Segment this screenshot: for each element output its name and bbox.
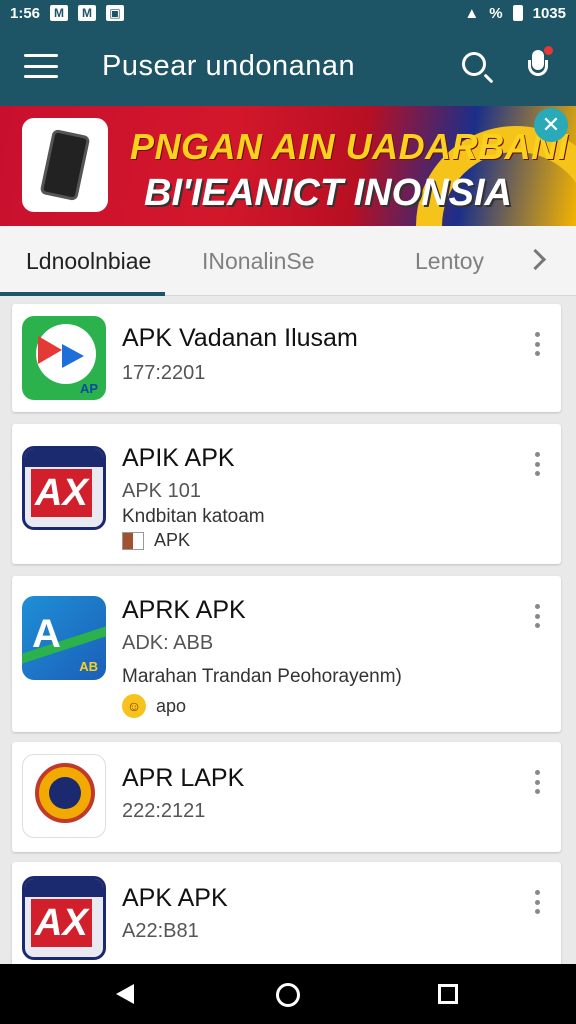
tab-bar: Ldnoolnbiae INonalinSe Lentoy [0,226,576,296]
list-item[interactable]: AP APK Vadanan Ilusam 177:2201 [12,304,561,412]
list-item[interactable]: A AB APRK APK ADK: ABB Marahan Trandan Pe… [12,576,561,732]
app-version: ADK: ABB [122,632,214,654]
phone-icon [39,128,91,202]
app-name: APIK APK [122,444,235,472]
status-bar: 1:56 ▲ % 1035 [0,0,576,26]
more-options-icon[interactable] [535,890,541,914]
wifi-icon: ▲ [464,4,480,22]
list-item[interactable]: APR LAPK 222:2121 [12,742,561,852]
mic-icon[interactable] [528,46,553,84]
status-time: 1:56 [10,4,41,22]
list-item[interactable]: AX APIK APK APK 101 Kndbitan katoam APK [12,424,561,564]
app-version: 222:2121 [122,800,206,822]
mail-icon [78,5,97,21]
banner-subheadline: BI'IEANICT INONSIA [144,172,512,214]
tab-indicator [0,292,165,296]
app-version: A22:B81 [122,920,199,942]
app-tag-label: APK [154,530,191,550]
banner-phone-image [22,118,108,212]
status-left: 1:56 [10,4,125,22]
search-icon[interactable] [462,52,486,76]
app-tag-label: apo [156,695,187,716]
more-options-icon[interactable] [535,604,541,628]
app-name: APRK APK [122,596,246,624]
play-store-icon: AP [22,316,106,400]
more-options-icon[interactable] [535,770,541,794]
recent-apps-icon[interactable] [438,984,458,1004]
app-version: APK 101 [122,480,201,502]
emoji-icon: ☺ [122,694,146,718]
app-description: Kndbitan katoam [122,506,265,527]
hamburger-menu-icon[interactable] [24,54,58,78]
status-right: ▲ % 1035 [464,5,566,22]
flag-icon [122,531,144,550]
a-teal-icon: A AB [22,596,106,680]
tab-third[interactable]: Lentoy [415,226,484,296]
app-name: APK APK [122,884,228,912]
app-description: Marahan Trandan Peohorayenm) [122,666,402,687]
app-tag: APK [122,530,190,551]
gmail-icon [50,5,69,21]
seal-icon [22,754,106,838]
app-title: Pusear undonanan [102,49,356,82]
ax-icon: AX [22,446,106,530]
tab-second[interactable]: INonalinSe [202,226,315,296]
battery-icon [512,5,523,21]
app-tag: ☺ apo [122,694,186,718]
status-clock: 1035 [532,4,566,22]
promo-banner[interactable]: PNGAN AIN UADARBANI BI'IEANICT INONSIA ✕ [0,106,576,226]
back-icon[interactable] [116,984,134,1004]
app-list: AP APK Vadanan Ilusam 177:2201 AX APIK A… [0,300,576,964]
ax-icon: AX [22,876,106,960]
more-options-icon[interactable] [535,332,541,356]
battery-percent: % [489,4,503,22]
app-name: APK Vadanan Ilusam [122,324,358,352]
app-version: 177:2201 [122,362,206,384]
app-name: APR LAPK [122,764,245,792]
more-options-icon[interactable] [535,452,541,476]
system-nav-bar [0,964,576,1024]
chevron-right-icon[interactable] [528,248,546,274]
banner-headline: PNGAN AIN UADARBANI [130,126,569,167]
banner-close-icon[interactable]: ✕ [534,108,568,142]
app-bar: Pusear undonanan [0,26,576,106]
notification-icon [106,5,125,21]
list-item[interactable]: AX APK APK A22:B81 [12,862,561,964]
tab-first[interactable]: Ldnoolnbiae [26,226,151,296]
home-icon[interactable] [276,983,300,1007]
